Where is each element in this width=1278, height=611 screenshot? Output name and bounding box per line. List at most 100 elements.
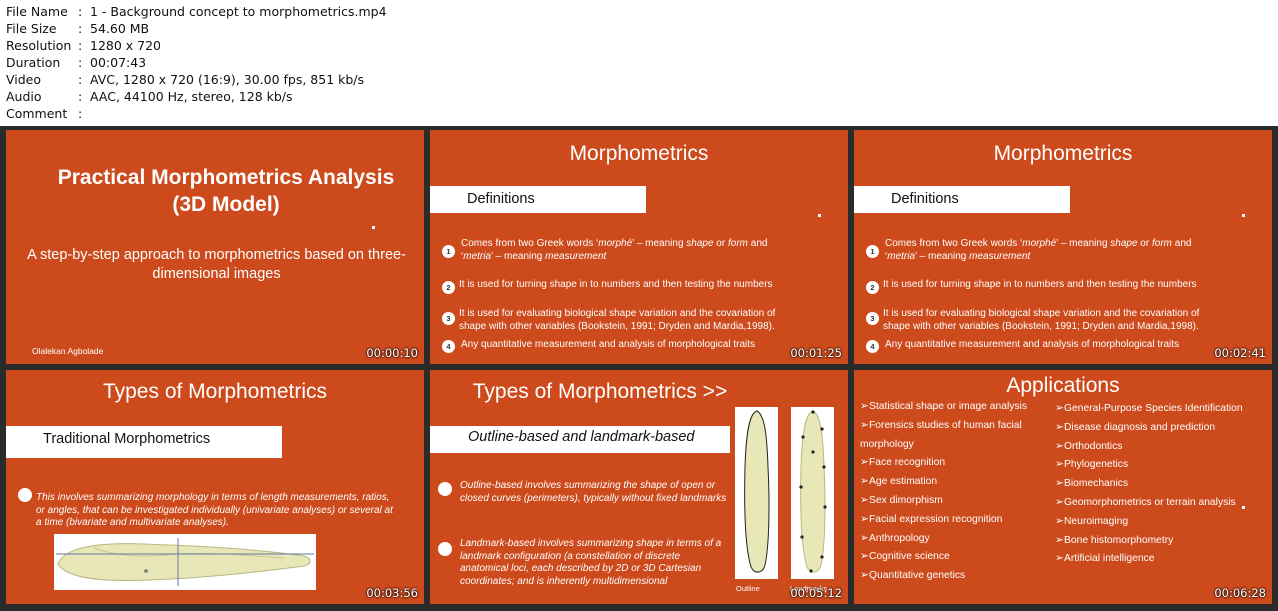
arrow-icon: ➢ <box>860 551 869 563</box>
landmark-description: Landmark-based involves summarizing shap… <box>460 538 722 587</box>
section-bar: Traditional Morphometrics <box>6 426 282 458</box>
arrow-icon: ➢ <box>1055 421 1064 433</box>
list-item: morphology <box>860 438 914 450</box>
number-badge: 1 <box>866 245 879 258</box>
media-info: File Name:1 - Background concept to morp… <box>6 3 387 122</box>
bullet-dot <box>438 482 452 496</box>
list-item: ➢Anthropology <box>860 530 1050 549</box>
arrow-icon: ➢ <box>1055 553 1064 565</box>
list-item: ➢Bone histomorphometry <box>1055 532 1267 551</box>
number-badge: 4 <box>442 340 455 353</box>
bullet-dot <box>438 542 452 556</box>
timestamp: 00:01:25 <box>790 346 842 360</box>
list-item: ➢Facial expression recognition <box>860 511 1050 530</box>
arrow-icon: ➢ <box>1055 534 1064 546</box>
arrow-icon: ➢ <box>1055 496 1064 508</box>
arrow-icon: ➢ <box>1055 459 1064 471</box>
outline-image <box>735 407 778 579</box>
slide-subtitle: A step-by-step approach to morphometrics… <box>27 247 406 282</box>
info-row-video: Video: AVC, 1280 x 720 (16:9), 30.00 fps,… <box>6 72 365 87</box>
list-item: ➢Quantitative genetics <box>860 567 1050 586</box>
definition-4: Any quantitative measurement and analysi… <box>885 339 1180 350</box>
applications-column-1: ➢Statistical shape or image analysis ➢Fo… <box>860 398 1050 586</box>
thumbnail-4[interactable]: Types of Morphometrics Traditional Morph… <box>6 370 424 604</box>
list-item: ➢Orthodontics <box>1055 438 1267 457</box>
number-badge: 2 <box>866 281 879 294</box>
list-item: ➢Phylogenetics <box>1055 456 1267 475</box>
info-row-resolution: Resolution:1280 x 720 <box>6 38 162 53</box>
timestamp: 00:03:56 <box>366 586 418 600</box>
slide-title: Types of Morphometrics <box>102 380 328 403</box>
timestamp: 00:00:10 <box>366 346 418 360</box>
thumbnail-grid: Practical Morphometrics Analysis (3D Mod… <box>0 126 1278 611</box>
cursor-mark <box>818 214 821 217</box>
info-row-duration: Duration:00:07:43 <box>6 55 147 70</box>
list-item: ➢Neuroimaging <box>1055 513 1267 532</box>
fish-lateral-graphic <box>56 538 314 586</box>
arrow-icon: ➢ <box>860 401 869 412</box>
timestamp: 00:02:41 <box>1214 346 1266 360</box>
slide-title: Types of Morphometrics >> <box>472 380 728 403</box>
arrow-icon: ➢ <box>860 494 869 506</box>
timestamp: 00:05:12 <box>790 586 842 600</box>
landmarks-image <box>791 407 834 579</box>
thumbnail-2[interactable]: Morphometrics Definitions 1 Comes from t… <box>430 130 848 364</box>
list-item: ➢Forensics studies of human facial <box>860 417 1050 436</box>
thumbnail-6[interactable]: Applications ➢Statistical shape or image… <box>854 370 1272 604</box>
arrow-icon: ➢ <box>860 476 869 488</box>
thumbnail-3[interactable]: Morphometrics Definitions 1 Comes from t… <box>854 130 1272 364</box>
outline-description: Outline-based involves summarizing the s… <box>460 480 727 504</box>
slide-title: Practical Morphometrics Analysis (3D Mod… <box>57 166 395 216</box>
number-badge: 4 <box>866 340 879 353</box>
number-badge: 2 <box>442 281 455 294</box>
arrow-icon: ➢ <box>860 570 869 582</box>
arrow-icon: ➢ <box>1055 515 1064 527</box>
thumbnail-5[interactable]: Types of Morphometrics >> Outline-based … <box>430 370 848 604</box>
arrow-icon: ➢ <box>860 457 869 469</box>
cursor-mark <box>1242 506 1245 509</box>
author-name: Olalekan Agbolade <box>32 346 104 356</box>
list-item: ➢Disease diagnosis and prediction <box>1055 419 1267 438</box>
definition-2: It is used for turning shape in to numbe… <box>459 279 773 290</box>
list-item: ➢Sex dimorphism <box>860 492 1050 511</box>
section-bar: Definitions <box>430 186 646 213</box>
slide-title: Morphometrics <box>993 142 1133 165</box>
section-bar: Definitions <box>854 186 1070 213</box>
list-item: ➢Age estimation <box>860 473 1050 492</box>
list-item: ➢Statistical shape or image analysis <box>860 398 1050 417</box>
applications-column-2: ➢General-Purpose Species Identification … <box>1055 400 1267 569</box>
thumbnail-1[interactable]: Practical Morphometrics Analysis (3D Mod… <box>6 130 424 364</box>
fish-lateral-image <box>54 534 316 590</box>
timestamp: 00:06:28 <box>1214 586 1266 600</box>
number-badge: 1 <box>442 245 455 258</box>
section-bar: Outline-based and landmark-based <box>430 426 730 453</box>
arrow-icon: ➢ <box>1055 403 1064 414</box>
fish-landmarks-graphic <box>799 410 827 573</box>
list-item: ➢Cognitive science <box>860 548 1050 567</box>
arrow-icon: ➢ <box>860 513 869 525</box>
bullet-dot <box>18 488 32 502</box>
fish-outline-graphic <box>744 410 770 573</box>
outline-caption: Outline <box>736 584 760 593</box>
slide-title: Applications <box>1006 374 1120 397</box>
info-row-file-name: File Name:1 - Background concept to morp… <box>6 4 387 19</box>
definition-2: It is used for turning shape in to numbe… <box>883 279 1197 290</box>
list-item: ➢General-Purpose Species Identification <box>1055 400 1267 419</box>
slide-title: Morphometrics <box>569 142 709 165</box>
definition-1: Comes from two Greek words ‘morphé’ – me… <box>885 238 1192 262</box>
list-item: ➢Face recognition <box>860 454 1050 473</box>
number-badge: 3 <box>442 312 455 325</box>
definition-3: It is used for evaluating biological sha… <box>883 308 1200 332</box>
info-row-audio: Audio: AAC, 44100 Hz, stereo, 128 kb/s <box>6 89 293 104</box>
info-row-file-size: File Size:54.60 MB <box>6 21 150 36</box>
description-text: This involves summarizing morphology in … <box>36 492 393 528</box>
arrow-icon: ➢ <box>1055 478 1064 490</box>
definition-4: Any quantitative measurement and analysi… <box>461 339 756 350</box>
cursor-mark <box>372 226 375 229</box>
arrow-icon: ➢ <box>1055 440 1064 452</box>
arrow-icon: ➢ <box>860 532 869 544</box>
number-badge: 3 <box>866 312 879 325</box>
arrow-icon: ➢ <box>860 419 869 431</box>
cursor-mark <box>1242 214 1245 217</box>
definition-3: It is used for evaluating biological sha… <box>459 308 776 332</box>
